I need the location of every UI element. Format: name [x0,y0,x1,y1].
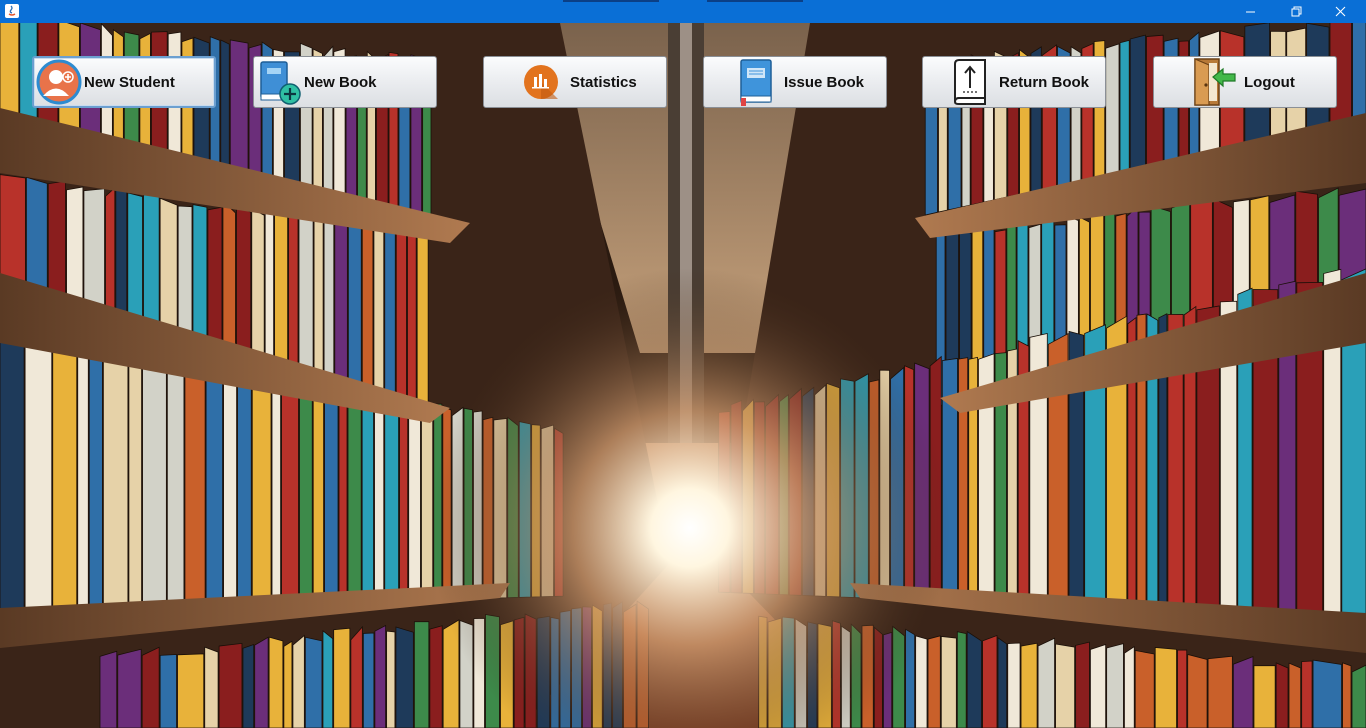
app-window: New Student New Book Statistics Issue Bo… [0,0,1366,728]
student-add-icon [34,57,84,107]
title-bar[interactable] [0,0,1366,23]
statistics-icon [516,57,566,107]
close-icon [1335,6,1345,17]
minimize-icon [1245,11,1255,13]
statistics-button[interactable]: Statistics [483,56,667,108]
title-text-fragment [563,0,659,2]
book-add-icon [254,57,304,107]
java-app-icon [5,4,19,18]
return-book-button[interactable]: Return Book [922,56,1106,108]
minimize-button[interactable] [1227,0,1273,23]
logout-button[interactable]: Logout [1153,56,1337,108]
restore-icon [1291,6,1301,17]
restore-button[interactable] [1273,0,1319,23]
return-book-icon [945,57,995,107]
title-text-fragment [707,0,803,2]
return-book-label: Return Book [999,73,1089,91]
new-student-button[interactable]: New Student [32,56,216,108]
library-background-image [0,23,1366,728]
new-book-button[interactable]: New Book [253,56,437,108]
statistics-label: Statistics [570,73,637,91]
issue-book-icon [730,57,780,107]
new-book-label: New Book [304,73,377,91]
new-student-label: New Student [84,73,175,91]
logout-door-icon [1190,57,1240,107]
issue-book-button[interactable]: Issue Book [703,56,887,108]
logout-label: Logout [1244,73,1295,91]
close-button[interactable] [1317,0,1363,23]
issue-book-label: Issue Book [784,73,865,91]
